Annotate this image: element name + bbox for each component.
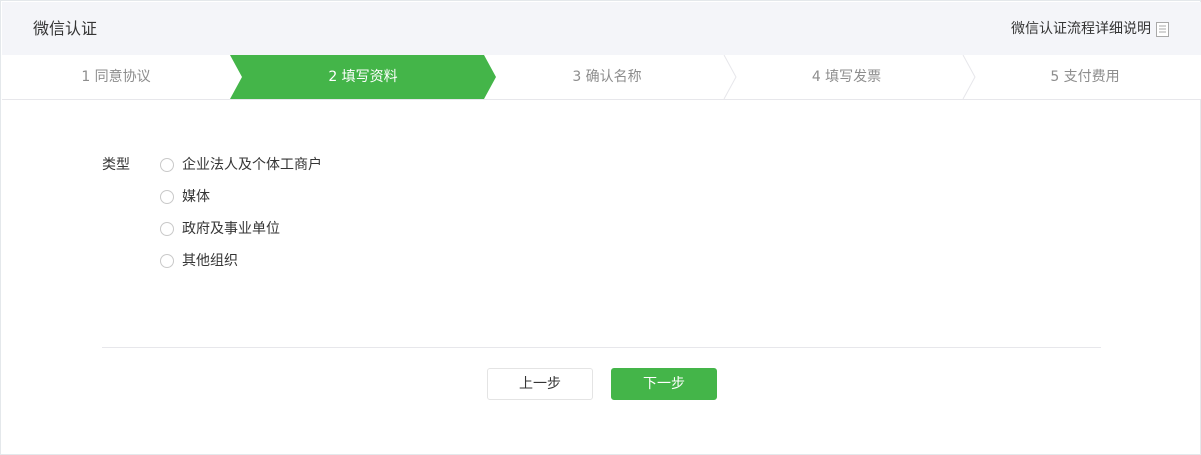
option-label: 其他组织 — [182, 253, 238, 269]
step-progress-bar: 1 同意协议 2 填写资料 3 确认名称 4 填写发票 5 支付费用 — [2, 55, 1201, 100]
option-label: 媒体 — [182, 189, 210, 205]
step-2: 2 填写资料 — [328, 69, 398, 85]
divider — [102, 347, 1101, 348]
document-icon[interactable] — [1156, 22, 1169, 37]
certification-panel: 微信认证 微信认证流程详细说明 1 同意协议 2 填写资料 3 确认名称 4 填… — [0, 0, 1201, 455]
radio-button[interactable] — [160, 158, 174, 172]
type-label: 类型 — [102, 157, 130, 173]
step-1: 1 同意协议 — [81, 69, 151, 85]
step-3: 3 确认名称 — [572, 69, 642, 85]
option-label: 企业法人及个体工商户 — [182, 157, 322, 173]
page-header: 微信认证 微信认证流程详细说明 — [2, 2, 1201, 55]
step-4: 4 填写发票 — [811, 69, 882, 85]
prev-step-button[interactable]: 上一步 — [487, 368, 593, 400]
radio-button[interactable] — [160, 222, 174, 236]
radio-button[interactable] — [160, 254, 174, 268]
option-label: 政府及事业单位 — [182, 221, 280, 237]
step-5: 5 支付费用 — [1050, 69, 1120, 85]
page-title: 微信认证 — [33, 19, 98, 38]
radio-button[interactable] — [160, 190, 174, 204]
next-step-button[interactable]: 下一步 — [611, 368, 717, 400]
help-link[interactable]: 微信认证流程详细说明 — [1011, 20, 1151, 38]
